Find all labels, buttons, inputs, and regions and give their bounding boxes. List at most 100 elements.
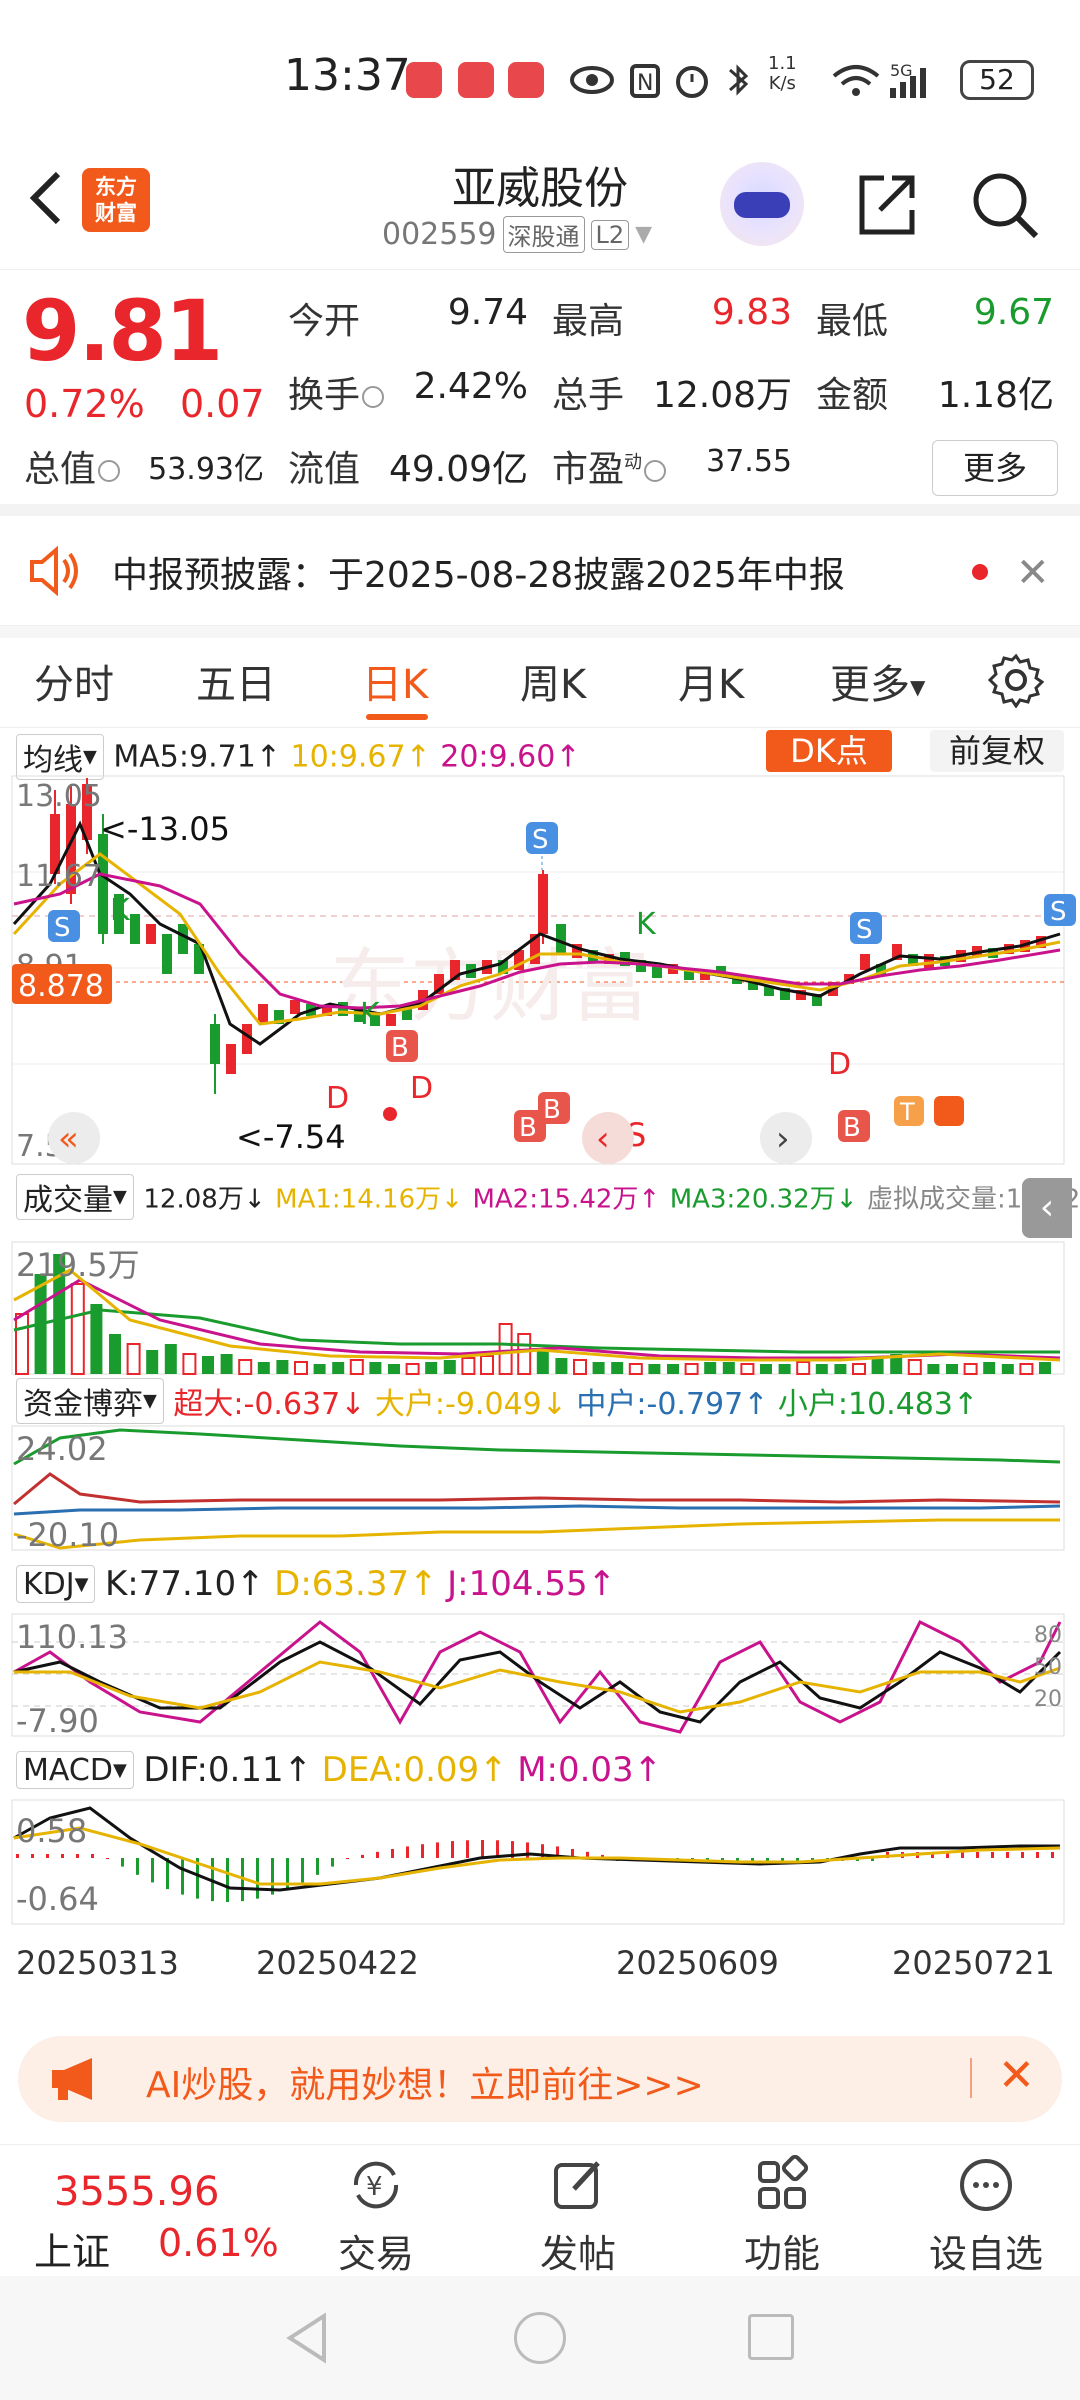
nav-trade[interactable]: ¥ 交易 [306,2155,446,2276]
volume-bar [834,1364,847,1374]
svg-text:‹: ‹ [596,1119,610,1159]
macd-bar [1051,1852,1054,1858]
amount-label: 金额 [816,375,889,416]
volume-bar [963,1363,978,1375]
svg-text:B: B [843,1113,861,1143]
macd-max-axis: 0.58 [16,1812,87,1850]
volume-indicator-select[interactable]: 成交量▼ [16,1174,134,1220]
stock-code-row[interactable]: 002559 深股通 L2 ▼ [382,216,652,253]
ma5-value: MA5:9.71↑ [113,739,281,775]
macd-indicator-select[interactable]: MACD▼ [16,1751,134,1789]
divider [970,2058,972,2098]
tab-daily-k[interactable]: 日K [362,652,428,710]
fund-flow-chart[interactable]: 24.02 -20.10 [0,1424,1080,1554]
nav-functions[interactable]: 功能 [712,2154,852,2276]
connect-tag: 深股通 [502,216,585,253]
svg-text:20250721: 20250721 [892,1944,1055,1982]
svg-text:›: › [776,1119,790,1159]
kdj-indicator-select[interactable]: KDJ▼ [16,1565,96,1603]
volume-bar [294,1361,308,1375]
volume-chart[interactable]: 219.5万 [0,1240,1080,1376]
macd-bar [421,1844,424,1858]
volume-bar [778,1364,791,1374]
tab-intraday[interactable]: 分时 [34,652,114,710]
volume-bar [983,1362,996,1374]
volume-bar [126,1343,141,1375]
macd-chart[interactable]: 0.58 -0.64 [0,1798,1080,1928]
gear-icon[interactable] [988,652,1044,708]
volume-bar [946,1364,958,1374]
volume-bar [722,1362,735,1374]
svg-text:S: S [1050,897,1067,927]
amount-value: 1.18亿 [937,375,1054,416]
tab-more[interactable]: 更多▼ [830,652,925,710]
svg-text:D: D [410,1071,433,1106]
volume-label: 总手 [552,375,625,416]
search-icon[interactable] [970,170,1040,240]
price-low-note: <-7.54 [236,1118,346,1156]
kdj-d-value: D:63.37↑ [274,1564,438,1604]
tab-weekly-k[interactable]: 周K [520,652,586,710]
notice-bar[interactable]: 中报预披露：于2025-08-28披露2025年中报 ✕ [0,516,1080,626]
notification-app-icon [406,62,442,98]
adjust-button[interactable]: 前复权 [930,730,1064,772]
stock-header: 东方 财富 亚威股份 002559 深股通 L2 ▼ [0,140,1080,270]
candlestick-chart[interactable]: 东方财富 13.05 <-13.05 11.67 7.54 <-7.54 8.8… [0,774,1080,1166]
dk-point-button[interactable]: DK点 [766,730,892,772]
dropdown-triangle-icon: ▼ [635,222,653,247]
share-icon[interactable] [850,170,920,240]
change-amount: 0.07 [180,382,265,426]
volume-bar [369,1362,382,1374]
volume-bar [517,1333,532,1375]
volume-bar [461,1357,476,1375]
price-high-note: <-13.05 [100,810,230,848]
tab-five-day[interactable]: 五日 [196,652,276,710]
macd-bar [151,1858,154,1883]
macd-bar [76,1854,79,1858]
macd-bar [976,1852,979,1858]
svg-text:80: 80 [1034,1623,1062,1648]
speaker-icon [30,546,78,596]
svg-text:K: K [360,997,381,1032]
bottom-nav: 3555.96 上证 0.61% ¥ 交易 发帖 功能 设自选 [0,2144,1080,2276]
svg-text:S: S [54,913,71,943]
volume-bar [536,1350,549,1374]
close-icon[interactable]: ✕ [1016,550,1050,596]
system-recent-icon[interactable] [748,2314,794,2360]
macd-bar [61,1854,64,1858]
volume-bar [760,1364,772,1374]
macd-bar [391,1849,394,1858]
ai-promo-banner[interactable]: AI炒股，就用妙想！立即前往>>> ✕ [18,2036,1062,2122]
fund-flow-indicator-select[interactable]: 资金博弈▼ [16,1378,164,1424]
edit-icon [554,2161,600,2209]
close-icon[interactable]: ✕ [998,2050,1035,2101]
small-holder-line [13,1428,1061,1466]
system-home-icon[interactable] [514,2312,566,2364]
macd-bar [961,1852,964,1858]
low-value: 9.67 [973,292,1054,333]
nav-post[interactable]: 发帖 [508,2155,648,2276]
ai-assistant-avatar[interactable] [720,162,804,246]
volume-bar [927,1364,940,1374]
volume-bar [907,1359,922,1375]
svg-text:5G: 5G [890,61,913,80]
more-dots-icon [960,2159,1012,2211]
tab-monthly-k[interactable]: 月K [678,652,744,710]
volume-bar [109,1334,121,1374]
kdj-chart[interactable]: 110.13 -7.90 80 50 20 [0,1612,1080,1740]
grid-icon [758,2154,809,2209]
turnover-value: 2.42% [413,366,528,407]
volume-bar [796,1361,811,1375]
volume-bar [15,1313,29,1375]
system-back-icon[interactable] [282,2312,332,2364]
nav-add-watchlist[interactable]: 设自选 [916,2155,1056,2276]
svg-text:«: « [58,1119,79,1159]
more-quote-button[interactable]: 更多 [932,440,1058,496]
volume-bar [684,1363,699,1375]
collapse-panel-icon[interactable]: ‹ [1022,1178,1072,1238]
notification-app-icon [508,62,544,98]
svg-text:D: D [326,1081,349,1116]
super-holder-line [13,1472,1061,1506]
yuan-exchange-icon: ¥ [353,2161,399,2209]
macd-bar [406,1846,409,1858]
